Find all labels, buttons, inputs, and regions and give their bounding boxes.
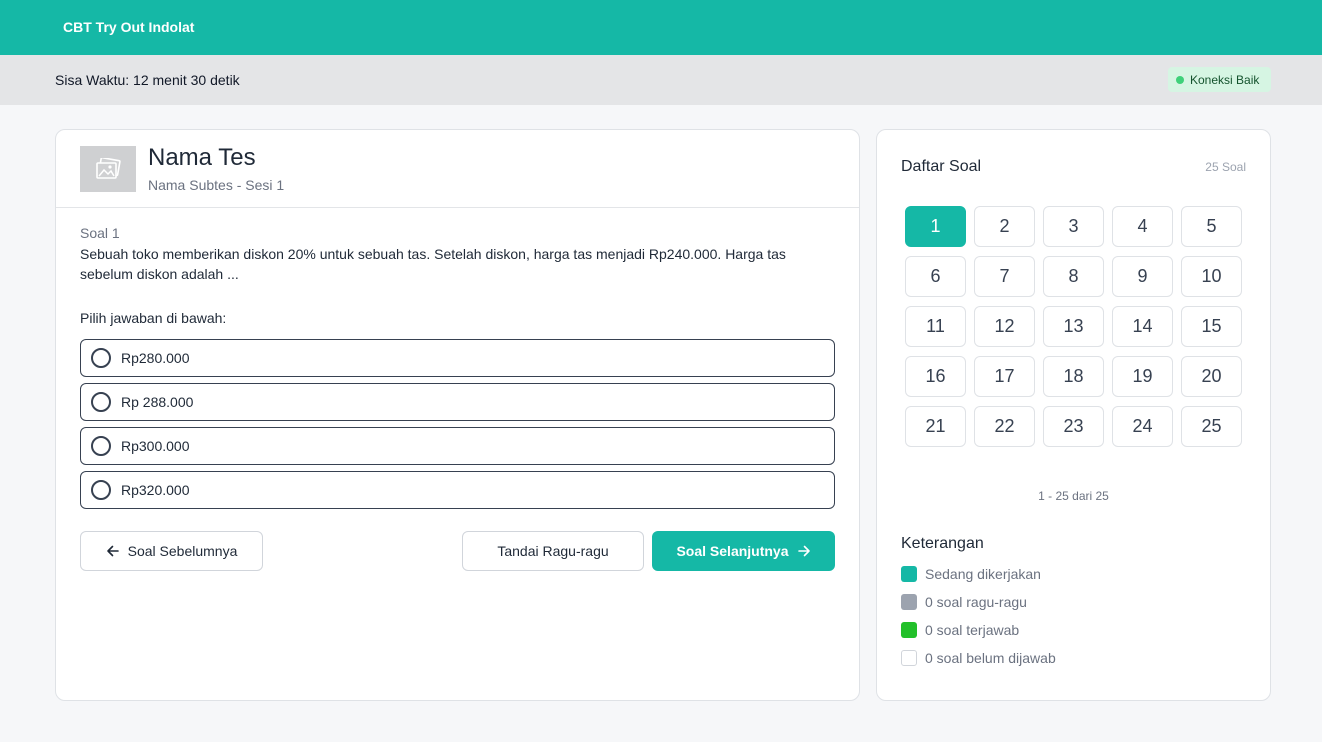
question-number-button[interactable]: 25 xyxy=(1181,406,1242,447)
timer-text: Sisa Waktu: 12 menit 30 detik xyxy=(55,72,240,88)
question-number-button[interactable]: 18 xyxy=(1043,356,1104,397)
legend-swatch xyxy=(901,594,917,610)
app-title: CBT Try Out Indolat xyxy=(63,19,195,35)
legend-swatch xyxy=(901,650,917,666)
question-number-button[interactable]: 22 xyxy=(974,406,1035,447)
question-number-button[interactable]: 15 xyxy=(1181,306,1242,347)
subtest-name: Nama Subtes - Sesi 1 xyxy=(148,177,285,193)
answer-option[interactable]: Rp280.000 xyxy=(80,339,835,377)
question-number-button[interactable]: 5 xyxy=(1181,206,1242,247)
answer-option[interactable]: Rp320.000 xyxy=(80,471,835,509)
answer-option-label: Rp320.000 xyxy=(121,482,190,498)
connection-label: Koneksi Baik xyxy=(1190,72,1260,87)
legend-title: Keterangan xyxy=(901,535,984,552)
question-number-button[interactable]: 2 xyxy=(974,206,1035,247)
question-number-button[interactable]: 11 xyxy=(905,306,966,347)
legend-label: 0 soal belum dijawab xyxy=(925,650,1056,666)
question-number-button[interactable]: 21 xyxy=(905,406,966,447)
question-list-title: Daftar Soal xyxy=(901,158,982,175)
radio-icon[interactable] xyxy=(91,348,111,368)
radio-icon[interactable] xyxy=(91,480,111,500)
question-number-button[interactable]: 16 xyxy=(905,356,966,397)
question-number-button[interactable]: 6 xyxy=(905,256,966,297)
question-number-button[interactable]: 14 xyxy=(1112,306,1173,347)
question-number-button[interactable]: 10 xyxy=(1181,256,1242,297)
answer-option-label: Rp280.000 xyxy=(121,350,190,366)
question-count: 25 Soal xyxy=(1205,160,1246,174)
question-number-button[interactable]: 13 xyxy=(1043,306,1104,347)
question-number-button[interactable]: 8 xyxy=(1043,256,1104,297)
question-number-button[interactable]: 20 xyxy=(1181,356,1242,397)
answer-option-label: Rp300.000 xyxy=(121,438,190,454)
legend-item: 0 soal ragu-ragu xyxy=(901,594,1027,610)
previous-question-label: Soal Sebelumnya xyxy=(127,543,238,559)
question-list-panel: Daftar Soal 25 Soal 1 2 3 4 5 6 7 8 9 10 11 12 13 14 1… xyxy=(876,129,1271,701)
legend-label: 0 soal ragu-ragu xyxy=(925,594,1027,610)
image-placeholder-icon xyxy=(80,146,136,192)
arrow-left-icon xyxy=(106,544,120,558)
question-number-button[interactable]: 3 xyxy=(1043,206,1104,247)
answer-option[interactable]: Rp 288.000 xyxy=(80,383,835,421)
question-number-button[interactable]: 17 xyxy=(974,356,1035,397)
arrow-right-icon xyxy=(797,544,811,558)
connection-dot-icon xyxy=(1176,75,1184,84)
answer-option[interactable]: Rp300.000 xyxy=(80,427,835,465)
top-bar: CBT Try Out Indolat xyxy=(0,0,1322,55)
question-number-button[interactable]: 23 xyxy=(1043,406,1104,447)
legend-item: Sedang dikerjakan xyxy=(901,566,1041,582)
legend-item: 0 soal belum dijawab xyxy=(901,650,1056,666)
previous-question-button[interactable]: Soal Sebelumnya xyxy=(80,531,263,571)
question-number-button[interactable]: 12 xyxy=(974,306,1035,347)
question-card: Nama Tes Nama Subtes - Sesi 1 Soal 1 Seb… xyxy=(55,129,860,701)
legend-label: 0 soal terjawab xyxy=(925,622,1020,638)
paging-label: 1 - 25 dari 25 xyxy=(1038,489,1109,503)
next-question-label: Soal Selanjutnya xyxy=(676,543,789,559)
question-number: Soal 1 xyxy=(80,225,120,241)
legend-swatch xyxy=(901,622,917,638)
answer-option-label: Rp 288.000 xyxy=(121,394,194,410)
test-header: Nama Tes Nama Subtes - Sesi 1 xyxy=(56,130,859,208)
question-number-button[interactable]: 4 xyxy=(1112,206,1173,247)
question-number-grid: 1 2 3 4 5 6 7 8 9 10 11 12 13 14 15 16 17 18 19 20 21 22 23 24 2… xyxy=(905,206,1242,447)
question-text: Sebuah toko memberikan diskon 20% untuk … xyxy=(80,246,786,282)
choose-answer-label: Pilih jawaban di bawah: xyxy=(80,310,227,326)
question-number-button[interactable]: 24 xyxy=(1112,406,1173,447)
test-name: Nama Tes xyxy=(148,144,256,171)
radio-icon[interactable] xyxy=(91,436,111,456)
radio-icon[interactable] xyxy=(91,392,111,412)
legend-label: Sedang dikerjakan xyxy=(925,566,1041,582)
question-number-button[interactable]: 7 xyxy=(974,256,1035,297)
flag-doubtful-button[interactable]: Tandai Ragu-ragu xyxy=(462,531,644,571)
connection-badge: Koneksi Baik xyxy=(1168,67,1271,92)
next-question-button[interactable]: Soal Selanjutnya xyxy=(652,531,835,571)
question-number-button[interactable]: 9 xyxy=(1112,256,1173,297)
status-bar: Sisa Waktu: 12 menit 30 detik Koneksi Ba… xyxy=(0,55,1322,105)
question-number-button[interactable]: 19 xyxy=(1112,356,1173,397)
legend-swatch xyxy=(901,566,917,582)
legend-item: 0 soal terjawab xyxy=(901,622,1019,638)
question-number-button[interactable]: 1 xyxy=(905,206,966,247)
